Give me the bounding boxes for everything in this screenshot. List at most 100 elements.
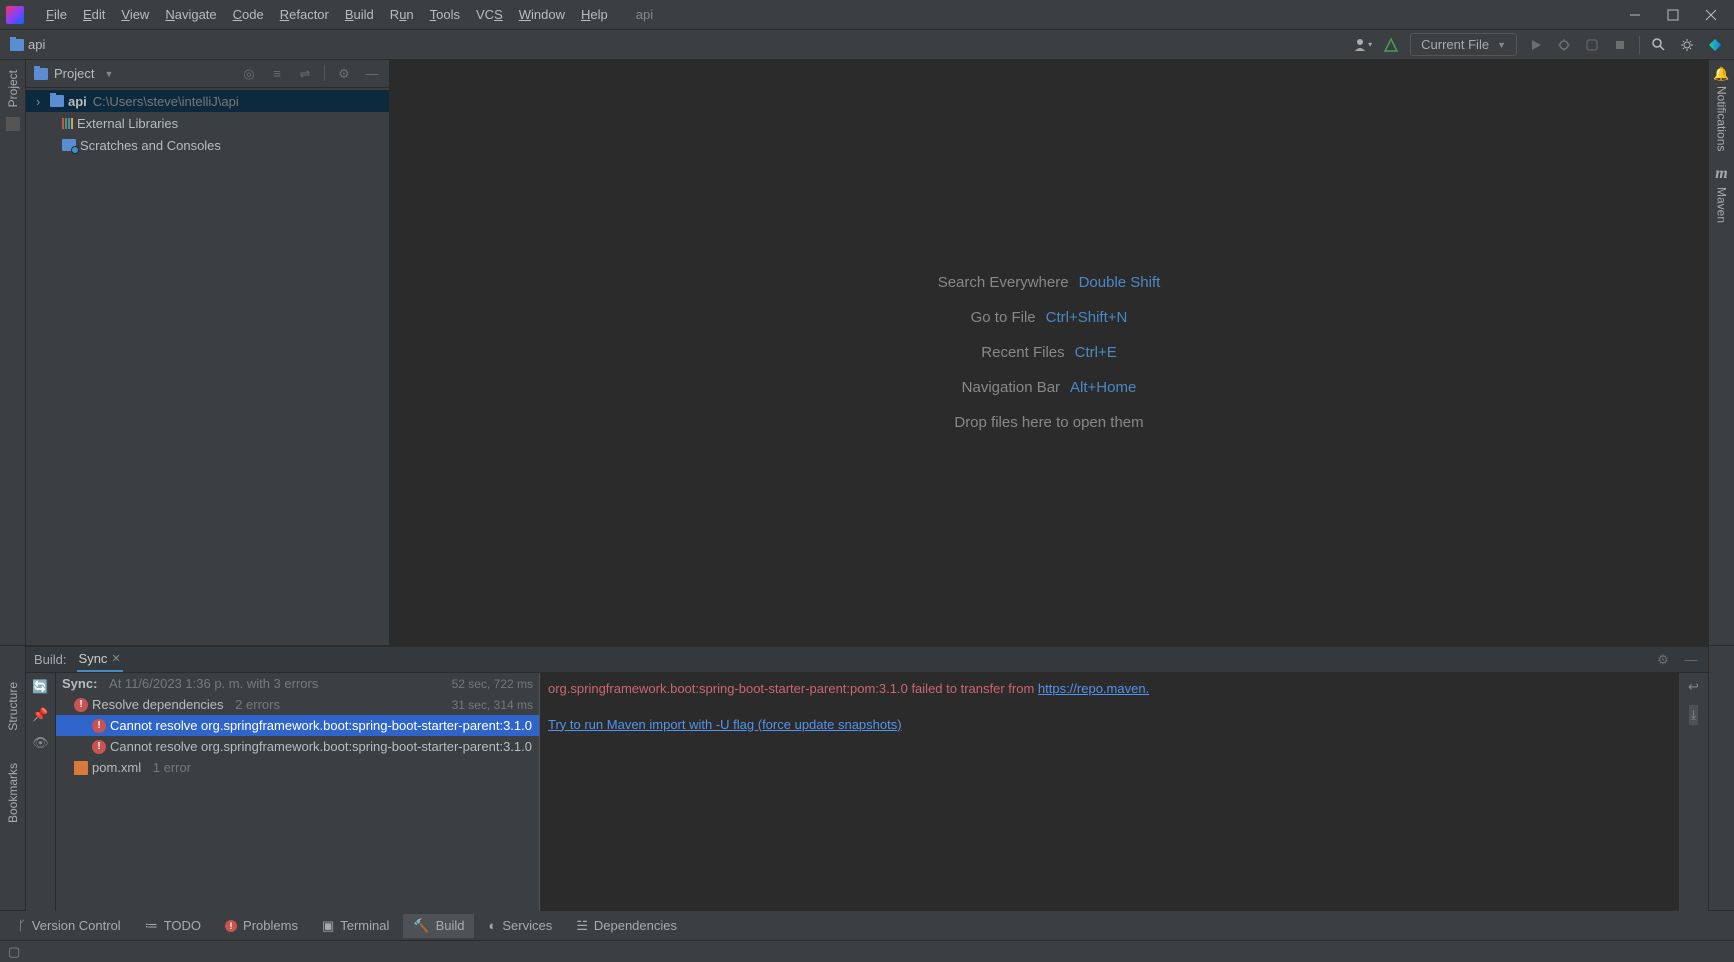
hint-navbar-key: Alt+Home [1070, 379, 1136, 396]
menu-refactor[interactable]: Refactor [272, 3, 337, 26]
branch-icon: ᚴ [18, 918, 26, 933]
bottom-tab-services[interactable]: ◐Services [478, 914, 562, 937]
right-gutter-lower [1708, 646, 1734, 910]
hide-panel-icon[interactable]: — [363, 65, 381, 83]
menu-window[interactable]: Window [511, 3, 573, 26]
view-icon[interactable]: 👁 [32, 735, 49, 751]
select-opened-icon[interactable]: ◎ [240, 65, 258, 83]
build-pom[interactable]: pom.xml 1 error [56, 757, 539, 778]
editor-empty-state[interactable]: Search EverywhereDouble Shift Go to File… [390, 60, 1708, 645]
bottom-tab-build[interactable]: 🔨Build [403, 914, 474, 938]
sidebar-tab-notifications[interactable]: Notifications [1712, 82, 1732, 155]
gear-icon[interactable]: ⚙ [335, 65, 353, 83]
resolve-error-count: 2 errors [235, 697, 280, 712]
hint-recent: Recent Files [981, 344, 1064, 361]
ide-logo-icon[interactable] [1706, 36, 1724, 54]
resolve-duration: 31 sec, 314 ms [452, 698, 533, 712]
bottom-tab-todo[interactable]: ≔TODO [135, 914, 211, 938]
menu-edit[interactable]: Edit [75, 3, 113, 26]
stop-icon[interactable] [1611, 36, 1629, 54]
build-error-1[interactable]: ! Cannot resolve org.springframework.boo… [56, 715, 539, 736]
layers-icon: ☱ [576, 918, 588, 934]
reload-icon[interactable]: 🔄 [32, 679, 48, 695]
commit-tool-icon[interactable] [6, 117, 20, 131]
output-error-link[interactable]: https://repo.maven. [1038, 681, 1149, 696]
maximize-icon[interactable] [1666, 8, 1680, 22]
status-bar: ▢ [0, 940, 1734, 962]
soft-wrap-icon[interactable]: ↩ [1688, 679, 1699, 695]
menu-navigate[interactable]: Navigate [157, 3, 224, 26]
hint-goto-key: Ctrl+Shift+N [1046, 309, 1128, 326]
sidebar-tab-project[interactable]: Project [3, 64, 23, 113]
menu-tools[interactable]: Tools [422, 3, 468, 26]
build-output[interactable]: org.springframework.boot:spring-boot-sta… [540, 673, 1678, 911]
build-tree-toolbar: 🔄 📌 👁 [26, 673, 56, 911]
code-with-me-icon[interactable]: ▾ [1354, 36, 1372, 54]
scratches-label: Scratches and Consoles [80, 138, 221, 153]
left-gutter-lower: Structure Bookmarks [0, 646, 26, 910]
menu-code[interactable]: Code [225, 3, 272, 26]
folder-icon [34, 68, 48, 80]
build-output-toolbar: ↩ ⤓ [1678, 673, 1708, 911]
title-bar: File Edit View Navigate Code Refactor Bu… [0, 0, 1734, 30]
breadcrumb-label: api [28, 37, 45, 52]
coverage-icon[interactable] [1583, 36, 1601, 54]
hint-navbar: Navigation Bar [962, 379, 1060, 396]
folder-icon [10, 39, 24, 51]
scroll-end-icon[interactable]: ⤓ [1689, 705, 1699, 725]
build-sync-root[interactable]: Sync: At 11/6/2023 1:36 p. m. with 3 err… [56, 673, 539, 694]
build-resolve-deps[interactable]: ! Resolve dependencies 2 errors 31 sec, … [56, 694, 539, 715]
close-tab-icon[interactable]: ✕ [111, 652, 120, 665]
menu-help[interactable]: Help [573, 3, 616, 26]
project-panel-title: Project [54, 66, 94, 81]
bottom-tab-terminal[interactable]: ▣Terminal [312, 914, 399, 938]
sidebar-tab-bookmarks[interactable]: Bookmarks [3, 757, 23, 829]
sync-time: At 11/6/2023 1:36 p. m. with 3 errors [109, 676, 318, 691]
error-2-text: Cannot resolve org.springframework.boot:… [110, 739, 532, 754]
project-panel: Project ▼ ◎ ≡ ⇌ ⚙ — › api C:\Users\steve… [26, 60, 390, 645]
sidebar-tab-structure[interactable]: Structure [3, 676, 23, 737]
settings-icon[interactable] [1678, 36, 1696, 54]
build-tree: Sync: At 11/6/2023 1:36 p. m. with 3 err… [56, 673, 540, 911]
build-hide-icon[interactable]: — [1682, 651, 1700, 669]
output-hint-link[interactable]: Try to run Maven import with -U flag (fo… [548, 717, 902, 732]
tree-root[interactable]: › api C:\Users\steve\intelliJ\api [26, 90, 389, 112]
output-error-text: org.springframework.boot:spring-boot-sta… [548, 681, 1038, 696]
build-icon[interactable] [1382, 36, 1400, 54]
menu-build[interactable]: Build [337, 3, 382, 26]
project-view-selector[interactable]: Project ▼ [34, 66, 113, 81]
close-icon[interactable] [1704, 8, 1718, 22]
menu-view[interactable]: View [113, 3, 157, 26]
sync-duration: 52 sec, 722 ms [452, 677, 533, 691]
build-tab-sync[interactable]: Sync ✕ [77, 647, 123, 672]
hint-drop: Drop files here to open them [954, 414, 1143, 431]
menu-file[interactable]: File [38, 3, 75, 26]
tree-scratches[interactable]: Scratches and Consoles [26, 134, 389, 156]
run-config-selector[interactable]: Current File ▼ [1410, 33, 1517, 56]
scratches-icon [62, 139, 76, 151]
hammer-icon: 🔨 [413, 918, 429, 934]
build-label: Build: [34, 652, 67, 667]
breadcrumb[interactable]: api [10, 37, 45, 52]
menu-vcs[interactable]: VCS [468, 3, 511, 26]
run-icon[interactable] [1527, 36, 1545, 54]
project-tree: › api C:\Users\steve\intelliJ\api Extern… [26, 88, 389, 158]
expand-all-icon[interactable]: ≡ [268, 65, 286, 83]
minimize-icon[interactable] [1628, 8, 1642, 22]
tree-external-libraries[interactable]: External Libraries [26, 112, 389, 134]
status-window-icon[interactable]: ▢ [8, 944, 20, 960]
bottom-tab-vcs[interactable]: ᚴVersion Control [8, 914, 131, 937]
maven-icon[interactable]: m [1715, 165, 1727, 183]
menu-run[interactable]: Run [382, 3, 422, 26]
search-icon[interactable] [1650, 36, 1668, 54]
collapse-all-icon[interactable]: ⇌ [296, 65, 314, 83]
sidebar-tab-maven[interactable]: Maven [1712, 183, 1732, 227]
build-settings-icon[interactable]: ⚙ [1654, 651, 1672, 669]
bottom-tab-dependencies[interactable]: ☱Dependencies [566, 914, 687, 938]
hint-goto: Go to File [971, 309, 1036, 326]
notifications-bell-icon[interactable]: 🔔 [1713, 66, 1729, 82]
build-error-2[interactable]: ! Cannot resolve org.springframework.boo… [56, 736, 539, 757]
debug-icon[interactable] [1555, 36, 1573, 54]
bottom-tab-problems[interactable]: !Problems [215, 914, 308, 937]
pin-icon[interactable]: 📌 [32, 707, 48, 723]
